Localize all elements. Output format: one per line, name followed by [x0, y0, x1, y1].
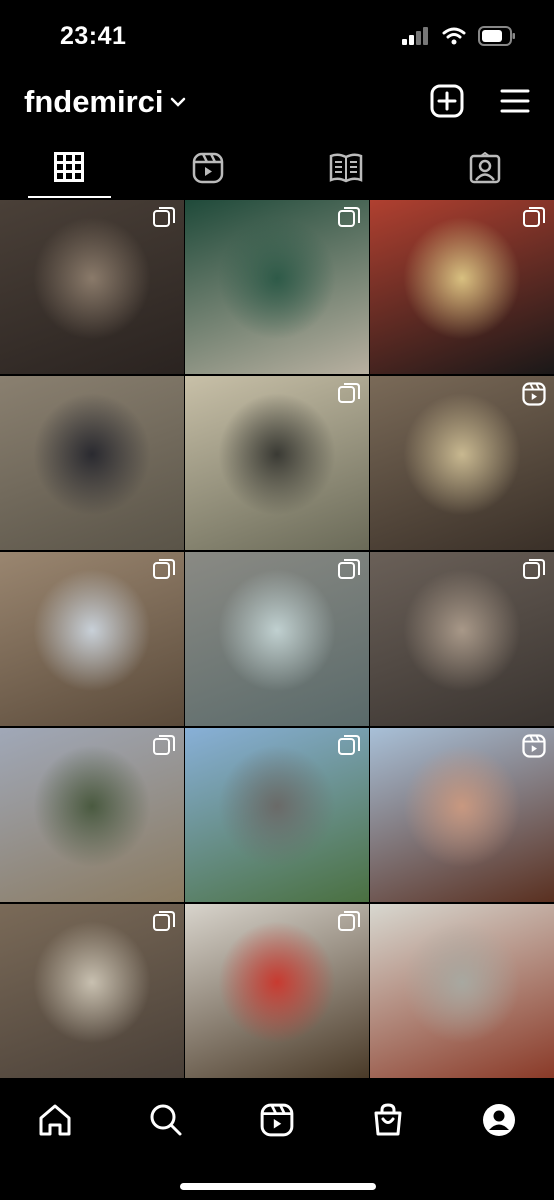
menu-icon[interactable]: [500, 84, 530, 118]
post-thumbnail-old-town-street[interactable]: [370, 904, 554, 1078]
carousel-icon: [337, 206, 361, 235]
nav-profile[interactable]: [469, 1100, 529, 1140]
post-thumbnail-outdoor-stage-crowd[interactable]: [185, 376, 369, 550]
post-thumbnail-dome-street[interactable]: [185, 552, 369, 726]
grid-icon: [54, 152, 85, 182]
nav-search[interactable]: [136, 1100, 196, 1140]
tab-reels[interactable]: [139, 146, 278, 198]
posts-grid: [0, 200, 554, 1082]
shop-icon: [374, 1103, 402, 1136]
post-thumbnail-museum-palace[interactable]: [0, 728, 184, 902]
reels-icon: [522, 734, 546, 763]
home-indicator: [180, 1183, 376, 1190]
post-thumbnail-ferry-window[interactable]: [370, 728, 554, 902]
home-icon: [39, 1104, 71, 1136]
status-time: 23:41: [60, 22, 127, 50]
profile-header: fndemirci: [0, 78, 554, 128]
reels-icon: [522, 382, 546, 411]
post-thumbnail-pavilion-storefront[interactable]: [0, 904, 184, 1078]
status-icons: [402, 26, 516, 46]
create-post-icon[interactable]: [430, 84, 464, 118]
reels-icon: [260, 1103, 294, 1137]
account-switcher[interactable]: fndemirci: [24, 84, 186, 120]
post-thumbnail-gothic-building[interactable]: [0, 552, 184, 726]
carousel-icon: [152, 558, 176, 587]
carousel-icon: [337, 910, 361, 939]
tagged-icon: [469, 152, 500, 184]
chevron-down-icon: [170, 97, 185, 107]
post-thumbnail-portrait-leather-jacket[interactable]: [0, 200, 184, 374]
bottom-nav: [0, 1082, 554, 1200]
carousel-icon: [152, 910, 176, 939]
guides-icon: [330, 153, 363, 183]
tab-guides[interactable]: [277, 146, 416, 198]
profile-tabs: [0, 146, 554, 198]
username-label: fndemirci: [24, 84, 164, 119]
post-thumbnail-balcony-portrait[interactable]: [0, 376, 184, 550]
post-thumbnail-road-sign-cyclist[interactable]: [185, 728, 369, 902]
search-icon: [150, 1104, 182, 1136]
post-thumbnail-green-shopfront[interactable]: [185, 200, 369, 374]
reels-icon: [192, 152, 223, 184]
carousel-icon: [152, 206, 176, 235]
carousel-icon: [337, 558, 361, 587]
post-thumbnail-baroque-altar[interactable]: [370, 376, 554, 550]
profile-icon: [482, 1104, 515, 1136]
post-thumbnail-horse-carriages[interactable]: [370, 552, 554, 726]
battery-icon: [478, 26, 515, 46]
tab-tagged[interactable]: [416, 146, 554, 198]
cellular-signal-icon: [402, 27, 428, 45]
carousel-icon: [152, 734, 176, 763]
post-thumbnail-graffiti-portrait[interactable]: [370, 200, 554, 374]
post-thumbnail-flower-window[interactable]: [185, 904, 369, 1078]
carousel-icon: [522, 558, 546, 587]
carousel-icon: [337, 734, 361, 763]
tab-posts-grid[interactable]: [0, 146, 139, 198]
carousel-icon: [522, 206, 546, 235]
wifi-icon: [442, 27, 466, 45]
nav-reels[interactable]: [247, 1100, 307, 1140]
status-bar: 23:41: [0, 0, 554, 72]
carousel-icon: [337, 382, 361, 411]
nav-home[interactable]: [25, 1100, 85, 1140]
nav-shop[interactable]: [358, 1100, 418, 1140]
